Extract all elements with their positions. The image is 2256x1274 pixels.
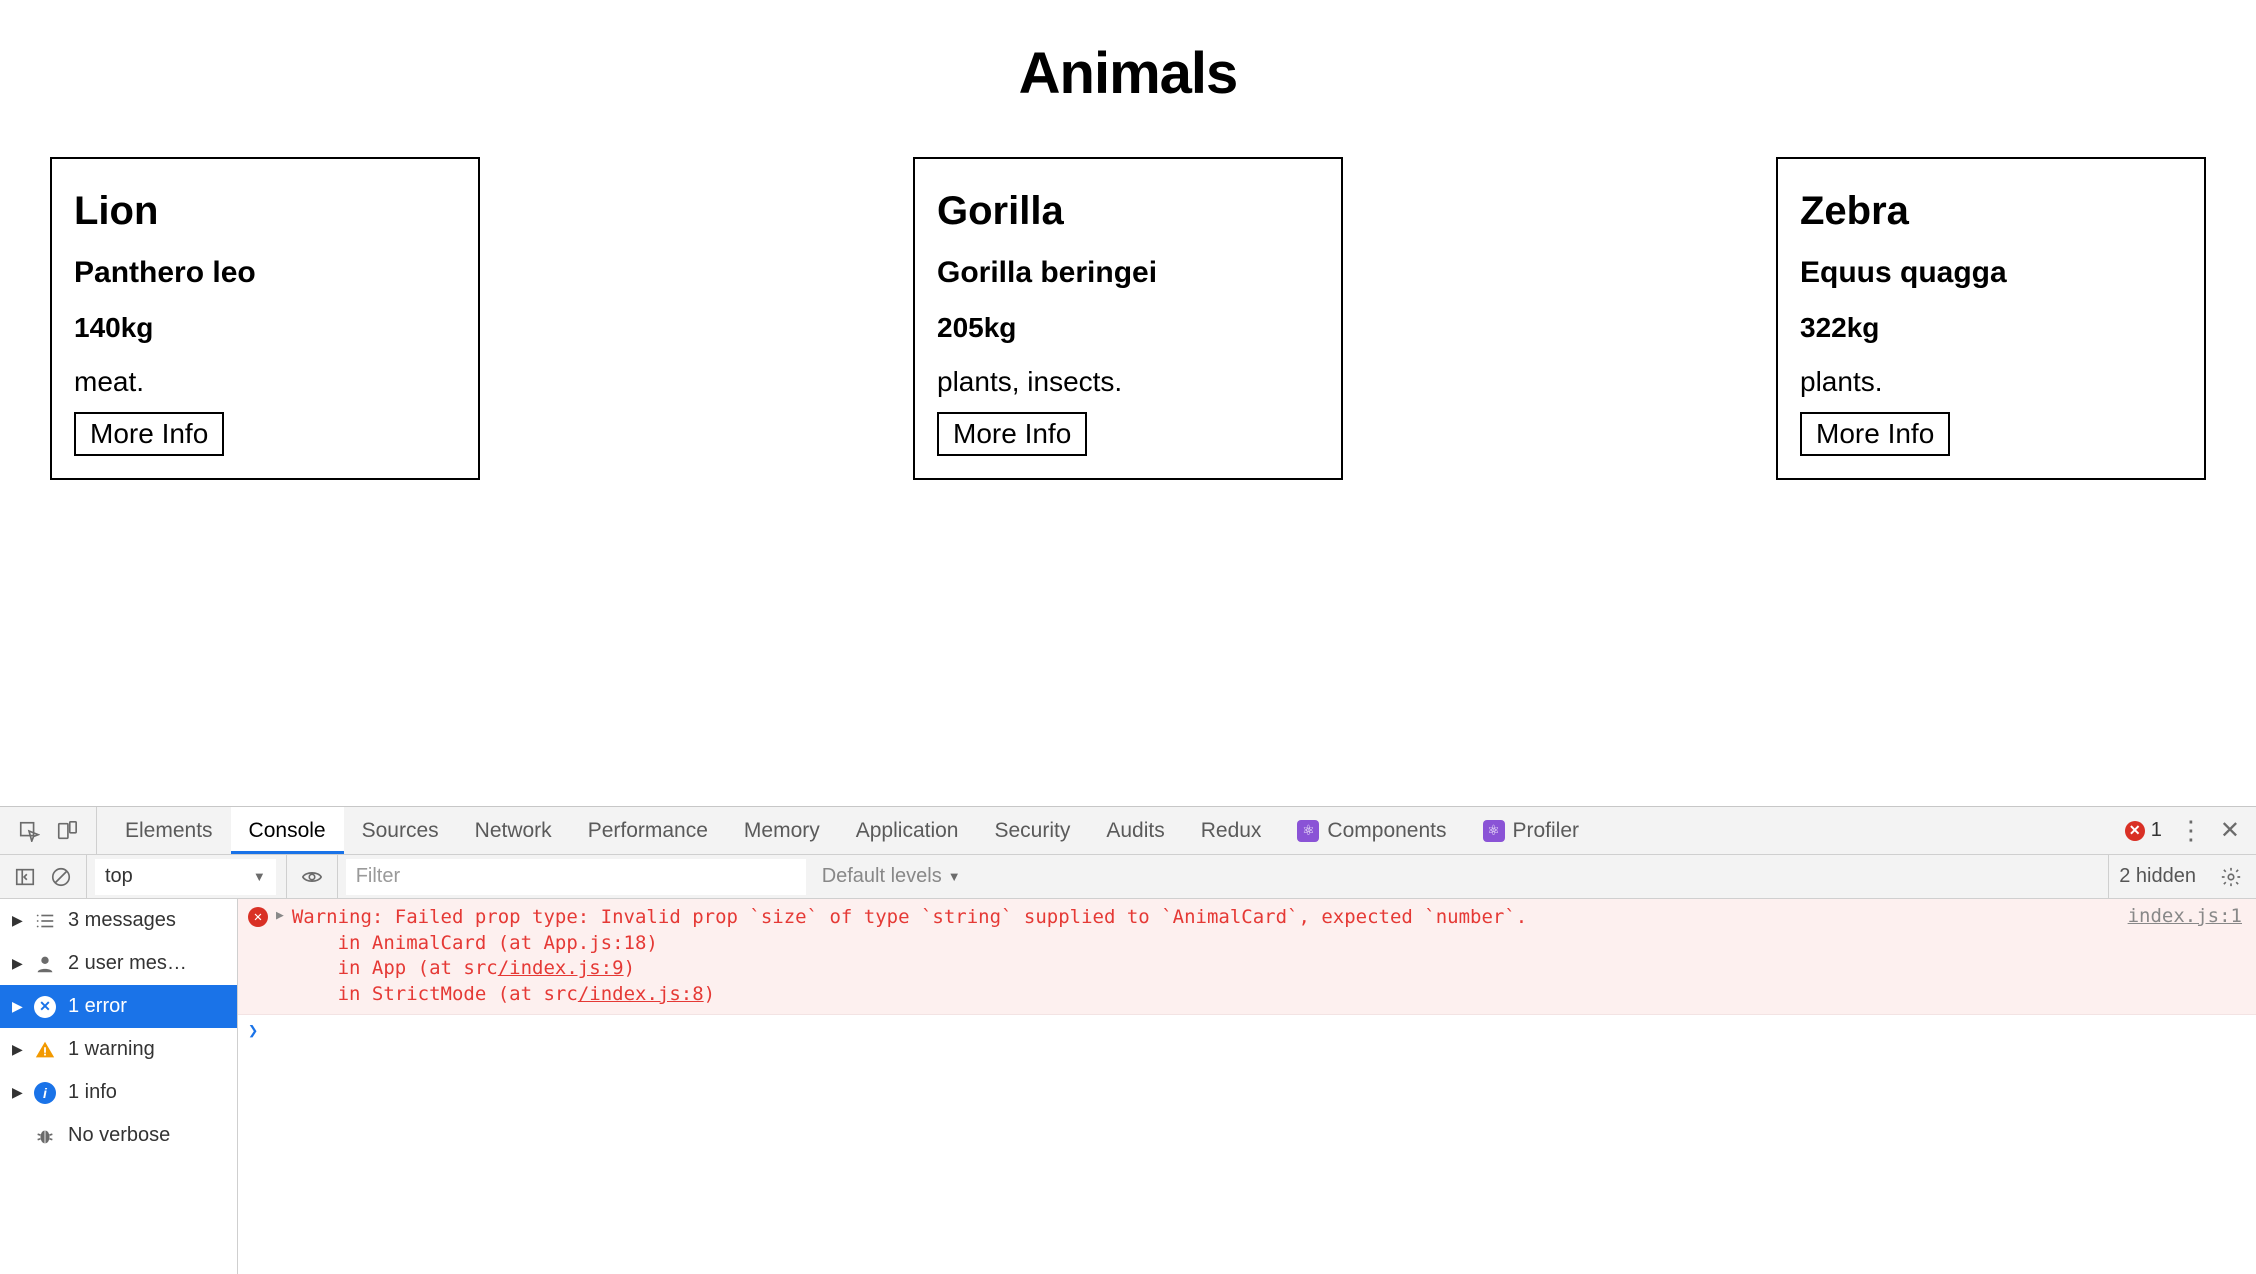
more-info-button[interactable]: More Info bbox=[1800, 412, 1950, 456]
sidebar-item-label: 1 warning bbox=[68, 1038, 155, 1061]
sidebar-item-label: 2 user mes… bbox=[68, 952, 187, 975]
console-output: ✕ ▶ Warning: Failed prop type: Invalid p… bbox=[238, 899, 2256, 1274]
animal-weight: 140kg bbox=[74, 312, 456, 344]
sidebar-item-label: 1 info bbox=[68, 1081, 117, 1104]
log-source-link[interactable]: index.js:1 bbox=[2128, 905, 2242, 927]
more-info-button[interactable]: More Info bbox=[937, 412, 1087, 456]
tab-redux[interactable]: Redux bbox=[1183, 807, 1280, 854]
expand-icon: ▶ bbox=[12, 955, 22, 972]
levels-value: Default levels bbox=[822, 865, 942, 888]
live-expression-icon[interactable] bbox=[301, 866, 323, 888]
sidebar-item-label: No verbose bbox=[68, 1124, 170, 1147]
tab-memory[interactable]: Memory bbox=[726, 807, 838, 854]
bug-icon bbox=[34, 1125, 56, 1147]
console-toolbar: top ▼ Default levels ▼ 2 hidden bbox=[0, 855, 2256, 899]
sidebar-item-verbose[interactable]: ▶ No verbose bbox=[0, 1114, 237, 1157]
toggle-sidebar-icon[interactable] bbox=[14, 866, 36, 888]
animal-latin: Panthero leo bbox=[74, 256, 456, 290]
tab-elements[interactable]: Elements bbox=[107, 807, 231, 854]
sidebar-item-warnings[interactable]: ▶ 1 warning bbox=[0, 1028, 237, 1071]
tab-profiler[interactable]: ⚛ Profiler bbox=[1465, 807, 1598, 854]
sidebar-item-messages[interactable]: ▶ 3 messages bbox=[0, 899, 237, 942]
filter-input[interactable] bbox=[346, 859, 806, 895]
animal-weight: 205kg bbox=[937, 312, 1319, 344]
sidebar-item-info[interactable]: ▶ i 1 info bbox=[0, 1071, 237, 1114]
animal-card: Gorilla Gorilla beringei 205kg plants, i… bbox=[913, 157, 1343, 480]
react-extension-icon: ⚛ bbox=[1483, 820, 1505, 842]
tab-application[interactable]: Application bbox=[838, 807, 977, 854]
log-message: Warning: Failed prop type: Invalid prop … bbox=[292, 905, 2120, 1008]
sidebar-item-label: 3 messages bbox=[68, 909, 176, 932]
error-icon: ✕ bbox=[34, 996, 56, 1018]
info-icon: i bbox=[34, 1082, 56, 1104]
tab-security[interactable]: Security bbox=[976, 807, 1088, 854]
tab-components[interactable]: ⚛ Components bbox=[1279, 807, 1464, 854]
animal-diet: plants, insects. bbox=[937, 366, 1319, 398]
animal-latin: Equus quagga bbox=[1800, 256, 2182, 290]
tab-label: Components bbox=[1327, 819, 1446, 843]
animal-weight: 322kg bbox=[1800, 312, 2182, 344]
expand-icon: ▶ bbox=[12, 1084, 22, 1101]
console-sidebar: ▶ 3 messages ▶ 2 user mes… ▶ ✕ 1 error ▶… bbox=[0, 899, 238, 1274]
tab-sources[interactable]: Sources bbox=[344, 807, 457, 854]
list-icon bbox=[34, 910, 56, 932]
tab-network[interactable]: Network bbox=[457, 807, 570, 854]
animal-card: Lion Panthero leo 140kg meat. More Info bbox=[50, 157, 480, 480]
chevron-down-icon: ▼ bbox=[948, 869, 961, 884]
devtools-tabbar: Elements Console Sources Network Perform… bbox=[0, 807, 2256, 855]
animal-latin: Gorilla beringei bbox=[937, 256, 1319, 290]
expand-icon: ▶ bbox=[12, 912, 22, 929]
error-icon: ✕ bbox=[248, 907, 268, 927]
error-count: 1 bbox=[2151, 819, 2162, 842]
page-title: Animals bbox=[50, 40, 2206, 107]
execution-context-select[interactable]: top ▼ bbox=[95, 859, 276, 895]
cards-row: Lion Panthero leo 140kg meat. More Info … bbox=[50, 157, 2206, 480]
sidebar-item-user-messages[interactable]: ▶ 2 user mes… bbox=[0, 942, 237, 985]
context-value: top bbox=[105, 865, 133, 888]
tab-console[interactable]: Console bbox=[231, 807, 344, 854]
animal-name: Zebra bbox=[1800, 189, 2182, 234]
gear-icon[interactable] bbox=[2220, 866, 2242, 888]
user-icon bbox=[34, 953, 56, 975]
device-toolbar-icon[interactable] bbox=[56, 820, 78, 842]
error-icon: ✕ bbox=[2125, 821, 2145, 841]
kebab-menu-icon[interactable]: ⋮ bbox=[2178, 825, 2204, 835]
tab-label: Profiler bbox=[1513, 819, 1580, 843]
tab-performance[interactable]: Performance bbox=[570, 807, 726, 854]
close-devtools-icon[interactable]: ✕ bbox=[2220, 816, 2240, 845]
console-error-entry[interactable]: ✕ ▶ Warning: Failed prop type: Invalid p… bbox=[238, 899, 2256, 1015]
sidebar-item-errors[interactable]: ▶ ✕ 1 error bbox=[0, 985, 237, 1028]
sidebar-item-label: 1 error bbox=[68, 995, 127, 1018]
expand-icon: ▶ bbox=[12, 1041, 22, 1058]
chevron-down-icon: ▼ bbox=[253, 869, 266, 884]
expand-icon: ▶ bbox=[12, 998, 22, 1015]
console-body: ▶ 3 messages ▶ 2 user mes… ▶ ✕ 1 error ▶… bbox=[0, 899, 2256, 1274]
clear-console-icon[interactable] bbox=[50, 866, 72, 888]
devtools-panel: Elements Console Sources Network Perform… bbox=[0, 806, 2256, 1274]
app-viewport: Animals Lion Panthero leo 140kg meat. Mo… bbox=[0, 0, 2256, 520]
animal-diet: plants. bbox=[1800, 366, 2182, 398]
hidden-messages-count[interactable]: 2 hidden bbox=[2108, 855, 2206, 898]
inspect-element-icon[interactable] bbox=[18, 820, 40, 842]
more-info-button[interactable]: More Info bbox=[74, 412, 224, 456]
console-prompt[interactable]: ❯ bbox=[238, 1015, 2256, 1047]
expand-icon[interactable]: ▶ bbox=[276, 908, 284, 923]
chevron-right-icon: ❯ bbox=[248, 1021, 258, 1041]
log-levels-select[interactable]: Default levels ▼ bbox=[812, 855, 971, 898]
animal-card: Zebra Equus quagga 322kg plants. More In… bbox=[1776, 157, 2206, 480]
tab-audits[interactable]: Audits bbox=[1088, 807, 1182, 854]
error-count-badge[interactable]: ✕ 1 bbox=[2125, 819, 2162, 842]
animal-diet: meat. bbox=[74, 366, 456, 398]
animal-name: Gorilla bbox=[937, 189, 1319, 234]
warning-icon bbox=[34, 1039, 56, 1061]
animal-name: Lion bbox=[74, 189, 456, 234]
react-extension-icon: ⚛ bbox=[1297, 820, 1319, 842]
